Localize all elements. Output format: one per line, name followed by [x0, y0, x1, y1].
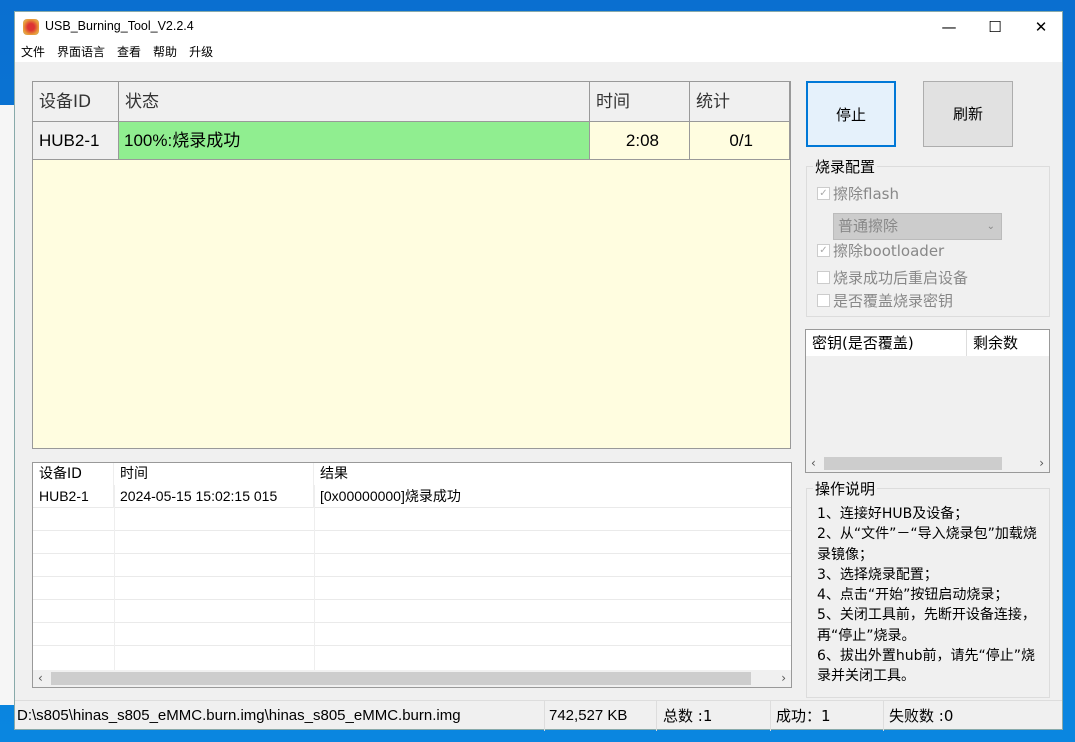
device-grid: 设备ID 状态 时间 统计 HUB2-1 100%:烧录成功 2:08 0/1 [32, 81, 791, 449]
instructions-title: 操作说明 [813, 478, 878, 499]
close-button[interactable]: ✕ [1018, 12, 1064, 42]
empty-row [33, 623, 791, 646]
instruction-line: 1、连接好HUB及设备； [817, 506, 969, 522]
instruction-line: 4、点击“开始”按钮启动烧录； [817, 587, 1009, 604]
key-list-scrollbar[interactable]: ‹ › [806, 455, 1049, 472]
overwrite-key-checkbox[interactable]: 是否覆盖烧录密钥 [817, 290, 953, 311]
check-icon: ✓ [817, 244, 830, 257]
log-result: [0x00000000]烧录成功 [320, 488, 461, 504]
menu-help[interactable]: 帮助 [153, 42, 177, 62]
stop-button[interactable]: 停止 [806, 81, 896, 147]
device-id-cell[interactable]: HUB2-1 [33, 122, 119, 160]
col-remaining: 剩余数 [967, 330, 1049, 356]
check-icon: ✓ [817, 187, 830, 200]
log-col-time: 时间 [114, 463, 314, 485]
log-time: 2024-05-15 15:02:15 015 [114, 485, 314, 508]
refresh-button[interactable]: 刷新 [923, 81, 1013, 147]
col-key: 密钥(是否覆盖) [806, 330, 967, 356]
scroll-left-icon[interactable]: ‹ [811, 455, 816, 472]
scroll-right-icon[interactable]: › [781, 670, 786, 687]
col-status: 状态 [119, 82, 590, 122]
chevron-down-icon: ⌄ [986, 221, 995, 232]
image-path: D:\s805\hinas_s805_eMMC.burn.img\hinas_s… [15, 701, 545, 731]
col-device-id: 设备ID [33, 82, 119, 122]
total-count: 总数 :1 [661, 701, 771, 731]
title-bar: USB_Burning_Tool_V2.2.4 — ☐ ✕ [15, 12, 1062, 42]
instruction-line: 5、关闭工具前，先断开设备连接，再“停止”烧录。 [817, 607, 1036, 644]
window-title: USB_Burning_Tool_V2.2.4 [45, 19, 194, 33]
erase-flash-checkbox[interactable]: ✓ 擦除flash [817, 183, 899, 204]
minimize-button[interactable]: — [926, 12, 972, 42]
burn-config-title: 烧录配置 [813, 156, 878, 177]
fail-count: 失败数 :0 [889, 707, 954, 725]
menu-view[interactable]: 查看 [117, 42, 141, 62]
success-count: 成功：1 [774, 701, 884, 731]
erase-bootloader-checkbox[interactable]: ✓ 擦除bootloader [817, 240, 944, 261]
menu-upgrade[interactable]: 升级 [189, 42, 213, 62]
empty-row [33, 600, 791, 623]
log-device-id: HUB2-1 [33, 485, 114, 508]
instruction-line: 3、选择烧录配置； [817, 566, 938, 583]
menu-file[interactable]: 文件 [21, 42, 45, 62]
empty-row [33, 577, 791, 600]
background-window [0, 105, 14, 705]
instruction-line: 6、拔出外置hub前，请先“停止”烧录并关闭工具。 [817, 648, 1036, 685]
erase-mode-select[interactable]: 普通擦除 ⌄ [833, 213, 1002, 240]
col-time: 时间 [590, 82, 690, 122]
empty-row [33, 554, 791, 577]
log-row[interactable]: HUB2-1 2024-05-15 15:02:15 015 [0x000000… [33, 485, 791, 508]
reboot-after-checkbox[interactable]: 烧录成功后重启设备 [817, 267, 968, 288]
scroll-left-icon[interactable]: ‹ [38, 670, 43, 687]
menu-bar: 文件 界面语言 查看 帮助 升级 [15, 42, 1062, 62]
burn-config-group: 烧录配置 ✓ 擦除flash 普通擦除 ⌄ ✓ 擦除bootloader 烧录成功后重… [806, 156, 1050, 317]
log-col-result: 结果 [320, 466, 348, 482]
app-window: USB_Burning_Tool_V2.2.4 — ☐ ✕ 文件 界面语言 查看 帮助… [14, 11, 1063, 731]
col-count: 统计 [690, 82, 790, 122]
key-list[interactable]: 密钥(是否覆盖) 剩余数 ‹ › [805, 329, 1050, 473]
maximize-button[interactable]: ☐ [972, 12, 1018, 42]
status-progress-cell: 100%:烧录成功 [119, 122, 590, 160]
count-cell: 0/1 [690, 122, 790, 160]
log-col-device-id: 设备ID [33, 463, 114, 485]
log-list[interactable]: 设备ID 时间 结果 HUB2-1 2024-05-15 15:02:15 01… [32, 462, 792, 688]
status-bar: D:\s805\hinas_s805_eMMC.burn.img\hinas_s… [15, 700, 1062, 731]
instruction-line: 2、从“文件”－“导入烧录包”加载烧录镜像； [817, 526, 1037, 563]
menu-language[interactable]: 界面语言 [57, 42, 105, 62]
image-size: 742,527 KB [547, 701, 657, 731]
instructions-group: 操作说明 1、连接好HUB及设备； 2、从“文件”－“导入烧录包”加载烧录镜像；… [806, 478, 1050, 698]
scroll-right-icon[interactable]: › [1039, 455, 1044, 472]
empty-row [33, 508, 791, 531]
time-cell: 2:08 [590, 122, 690, 160]
app-icon [23, 19, 39, 35]
empty-row [33, 531, 791, 554]
log-scrollbar[interactable]: ‹ › [33, 670, 791, 687]
